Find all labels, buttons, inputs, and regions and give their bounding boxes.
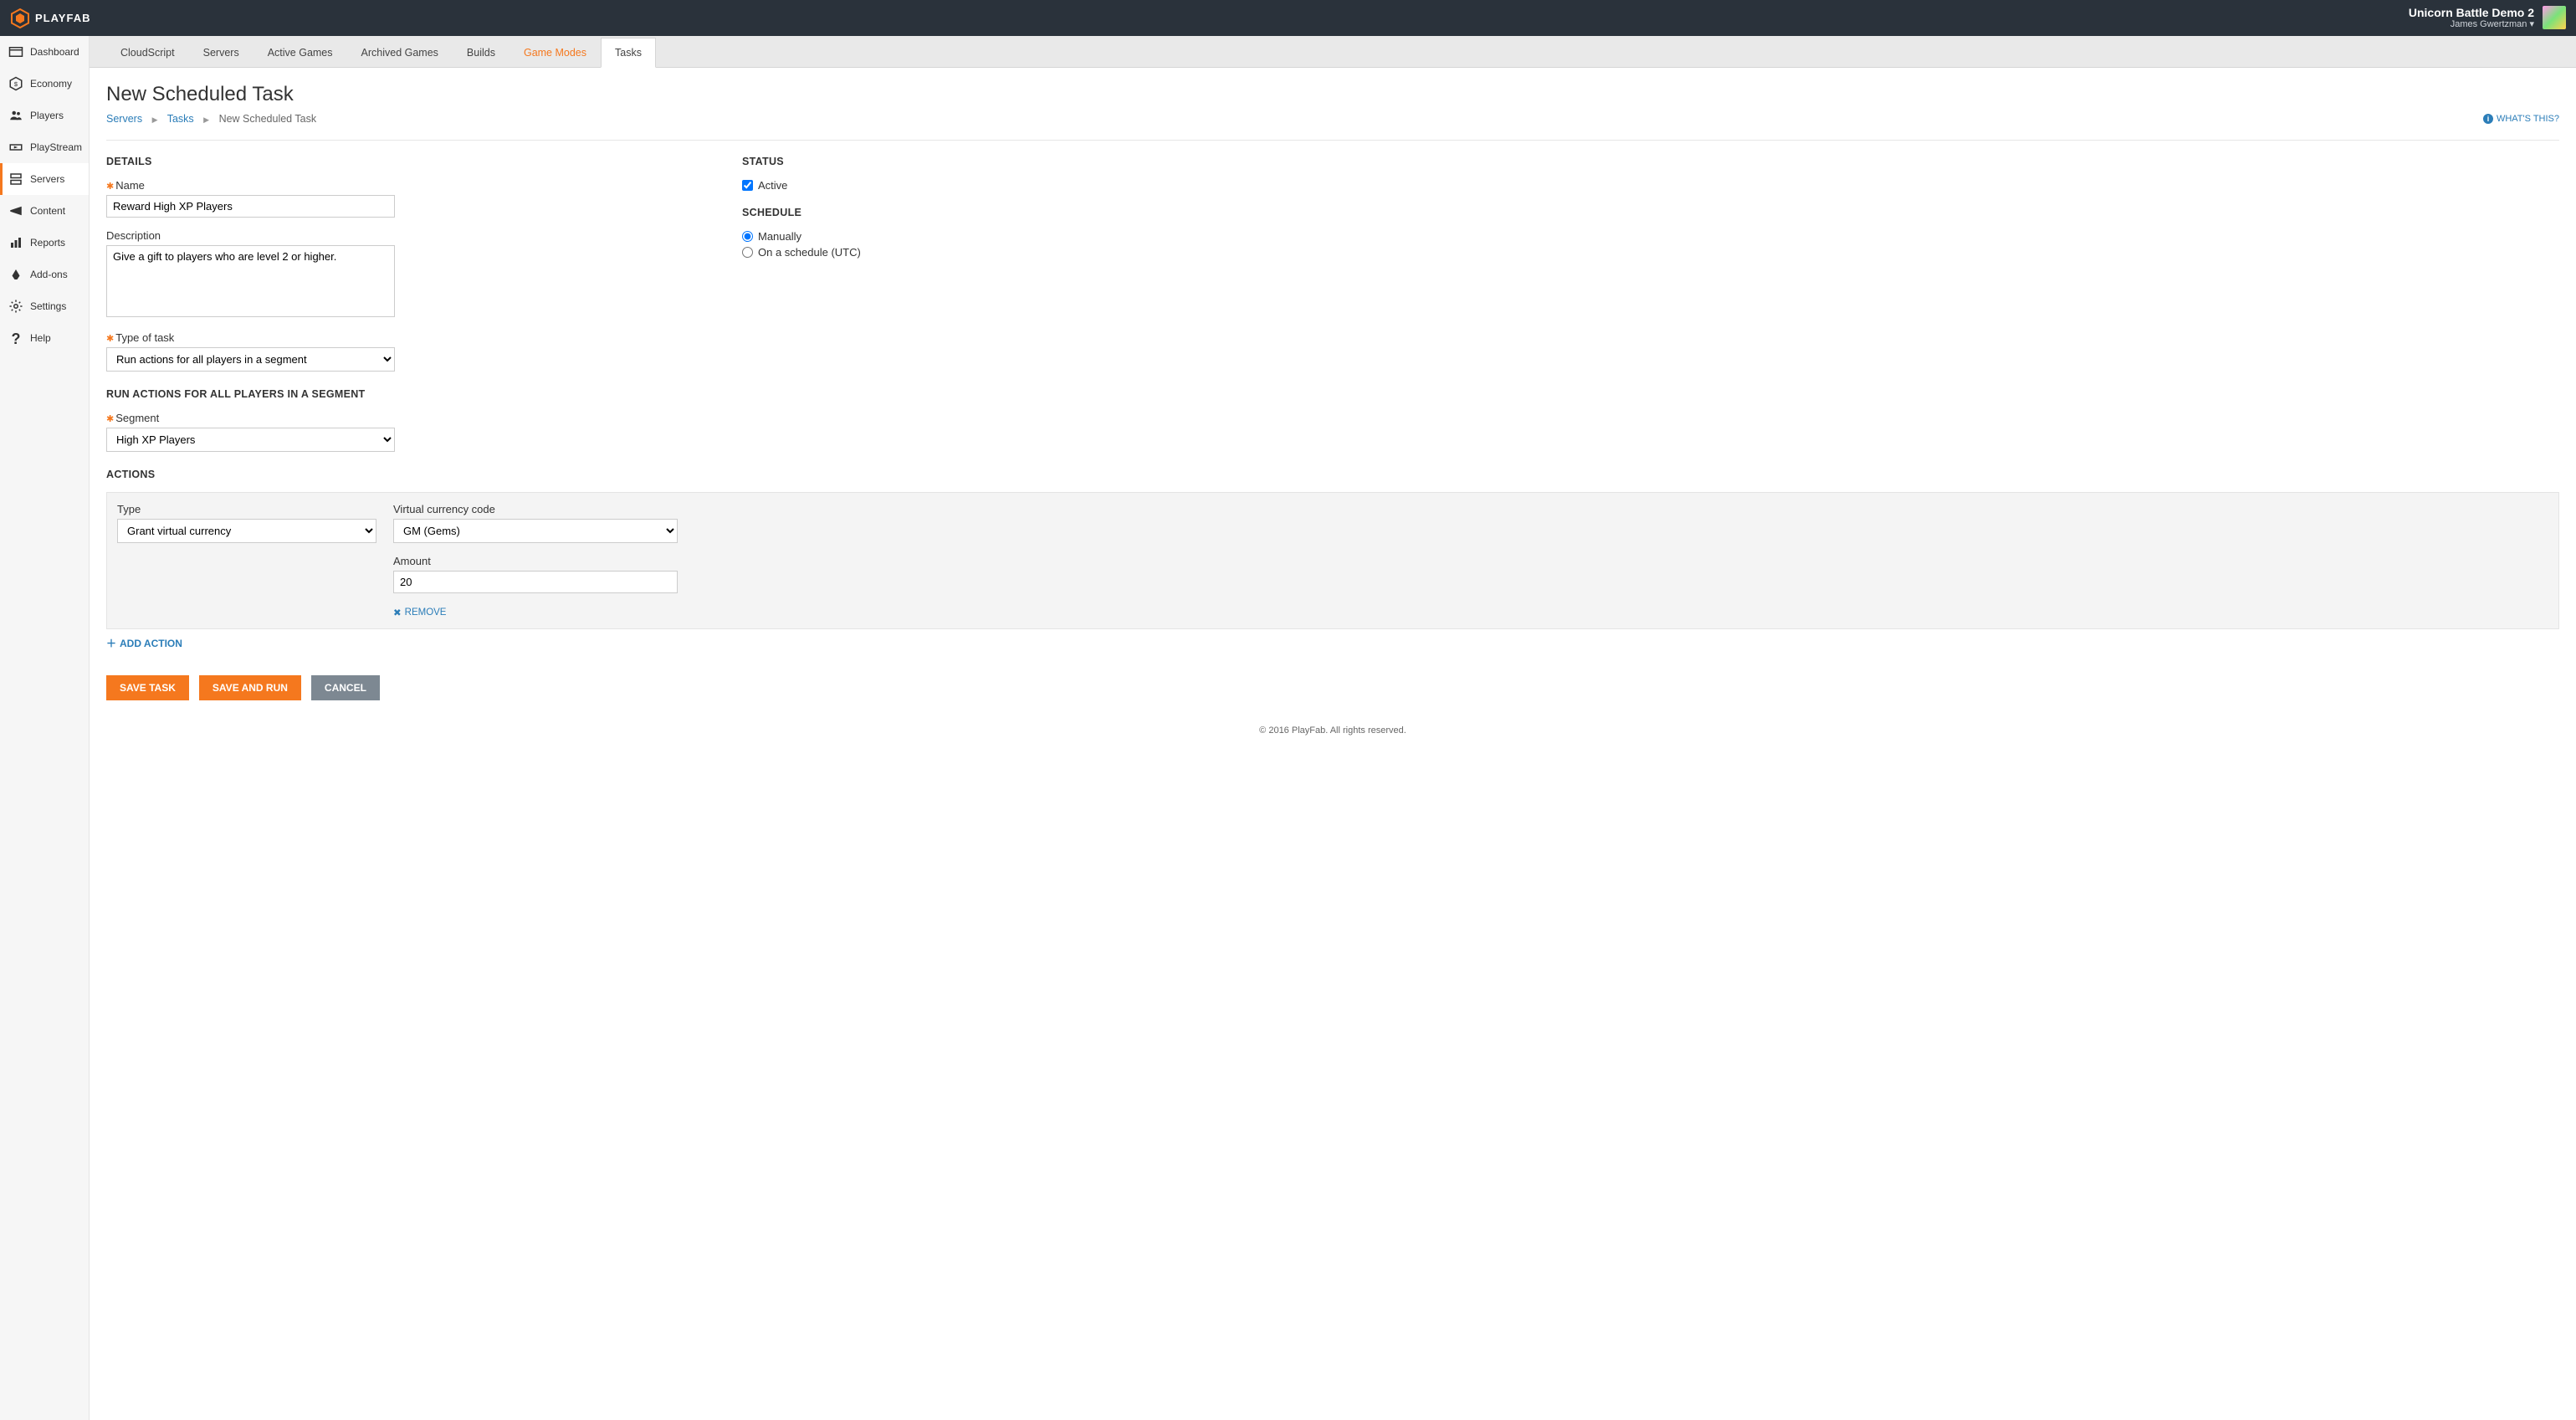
details-heading: DETAILS [106, 156, 692, 167]
schedule-manual-radio[interactable] [742, 231, 753, 242]
active-checkbox[interactable] [742, 180, 753, 191]
plus-icon: ＋ [106, 636, 116, 650]
segment-label: ✱Segment [106, 412, 692, 424]
tab-bar: CloudScript Servers Active Games Archive… [90, 36, 2576, 68]
playfab-logo-icon [10, 8, 30, 28]
schedule-manual-label: Manually [758, 230, 801, 243]
sidebar-item-label: Servers [30, 173, 64, 185]
schedule-utc-radio[interactable] [742, 247, 753, 258]
sidebar-item-addons[interactable]: Add-ons [0, 259, 89, 290]
breadcrumb-current: New Scheduled Task [219, 113, 317, 125]
description-input[interactable]: Give a gift to players who are level 2 o… [106, 245, 395, 317]
tab-cloudscript[interactable]: CloudScript [106, 38, 189, 67]
title-name: Unicorn Battle Demo 2 [2409, 6, 2534, 20]
sidebar-item-dashboard[interactable]: Dashboard [0, 36, 89, 68]
breadcrumb-servers[interactable]: Servers [106, 113, 142, 125]
economy-icon: $ [8, 76, 23, 91]
x-icon: ✖ [393, 607, 402, 618]
tab-game-modes[interactable]: Game Modes [510, 38, 601, 67]
info-icon: i [2483, 114, 2493, 124]
type-of-task-select[interactable]: Run actions for all players in a segment [106, 347, 395, 372]
footer: © 2016 PlayFab. All rights reserved. [106, 700, 2559, 752]
action-type-label: Type [117, 503, 376, 515]
whats-this-link[interactable]: iWHAT'S THIS? [2483, 114, 2559, 124]
schedule-utc-label: On a schedule (UTC) [758, 246, 861, 259]
sidebar-item-settings[interactable]: Settings [0, 290, 89, 322]
page-title: New Scheduled Task [106, 83, 2559, 106]
content-icon [8, 203, 23, 218]
tab-tasks[interactable]: Tasks [601, 38, 656, 68]
addons-icon [8, 267, 23, 282]
tab-archived-games[interactable]: Archived Games [347, 38, 453, 67]
sidebar-item-label: Economy [30, 78, 72, 90]
add-action-link[interactable]: ＋ ADD ACTION [106, 636, 182, 650]
sidebar-item-label: Players [30, 110, 64, 121]
actions-heading: ACTIONS [106, 469, 692, 480]
sidebar-item-label: Reports [30, 237, 65, 249]
dashboard-icon [8, 44, 23, 59]
save-task-button[interactable]: SAVE TASK [106, 675, 189, 700]
sidebar-item-reports[interactable]: Reports [0, 227, 89, 259]
vcc-label: Virtual currency code [393, 503, 678, 515]
save-and-run-button[interactable]: SAVE AND RUN [199, 675, 301, 700]
sidebar-item-playstream[interactable]: PlayStream [0, 131, 89, 163]
svg-text:$: $ [14, 80, 18, 88]
action-type-select[interactable]: Grant virtual currency [117, 519, 376, 543]
top-bar: PLAYFAB Unicorn Battle Demo 2 James Gwer… [0, 0, 2576, 36]
sidebar-item-players[interactable]: Players [0, 100, 89, 131]
sidebar-item-label: PlayStream [30, 141, 82, 153]
sidebar-item-economy[interactable]: $ Economy [0, 68, 89, 100]
actions-box: Type Grant virtual currency Virtual curr… [106, 492, 2559, 629]
help-icon: ? [8, 331, 23, 346]
avatar[interactable] [2543, 6, 2566, 29]
logo[interactable]: PLAYFAB [10, 8, 90, 28]
sidebar-item-label: Help [30, 332, 51, 344]
chevron-right-icon: ▶ [203, 115, 209, 124]
description-label: Description [106, 229, 692, 242]
servers-icon [8, 172, 23, 187]
gear-icon [8, 299, 23, 314]
status-heading: STATUS [742, 156, 993, 167]
amount-label: Amount [393, 555, 678, 567]
sidebar-item-label: Settings [30, 300, 66, 312]
tab-active-games[interactable]: Active Games [254, 38, 347, 67]
sidebar-item-label: Dashboard [30, 46, 79, 58]
user-name: James Gwertzman ▾ [2409, 19, 2534, 30]
amount-input[interactable] [393, 571, 678, 593]
sidebar-item-servers[interactable]: Servers [0, 163, 89, 195]
segment-select[interactable]: High XP Players [106, 428, 395, 452]
sidebar-item-label: Content [30, 205, 65, 217]
tab-builds[interactable]: Builds [453, 38, 510, 67]
brand-text: PLAYFAB [35, 12, 90, 24]
divider [106, 140, 2559, 141]
type-of-task-label: ✱Type of task [106, 331, 692, 344]
schedule-heading: SCHEDULE [742, 207, 993, 218]
remove-action-link[interactable]: ✖ REMOVE [393, 607, 678, 618]
vcc-select[interactable]: GM (Gems) [393, 519, 678, 543]
breadcrumb: Servers ▶ Tasks ▶ New Scheduled Task iWH… [106, 113, 2559, 125]
user-area[interactable]: Unicorn Battle Demo 2 James Gwertzman ▾ [2409, 6, 2566, 31]
name-input[interactable] [106, 195, 395, 218]
players-icon [8, 108, 23, 123]
sidebar-item-label: Add-ons [30, 269, 68, 280]
chevron-right-icon: ▶ [152, 115, 158, 124]
reports-icon [8, 235, 23, 250]
tab-servers[interactable]: Servers [189, 38, 254, 67]
segment-heading: RUN ACTIONS FOR ALL PLAYERS IN A SEGMENT [106, 388, 692, 400]
active-label: Active [758, 179, 787, 192]
name-label: ✱Name [106, 179, 692, 192]
sidebar-item-help[interactable]: ? Help [0, 322, 89, 354]
breadcrumb-tasks[interactable]: Tasks [167, 113, 194, 125]
playstream-icon [8, 140, 23, 155]
cancel-button[interactable]: CANCEL [311, 675, 380, 700]
sidebar: Dashboard $ Economy Players PlayStream Se… [0, 36, 90, 1420]
sidebar-item-content[interactable]: Content [0, 195, 89, 227]
